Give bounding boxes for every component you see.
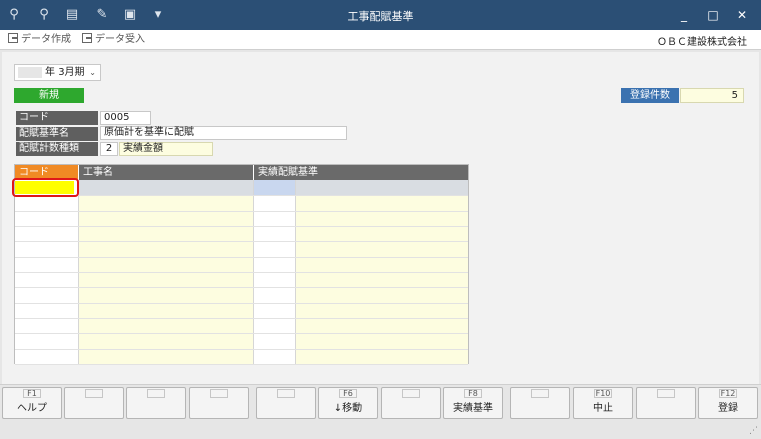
fkey-f6-button[interactable]: F6 ↓移動 [318, 387, 378, 419]
selected-row-basis [253, 180, 295, 195]
toolbar: データ作成 データ受入 ＯＢＣ建設株式会社 [0, 30, 761, 50]
fkey-f8-button[interactable]: F8 実績基準 [443, 387, 503, 419]
fkey-label: 登録 [718, 403, 738, 414]
company-name: ＯＢＣ建設株式会社 [657, 37, 747, 48]
name-field[interactable]: 原価計を基準に配賦 [100, 126, 347, 140]
fkey-label: 実績基準 [453, 403, 493, 414]
fkey-number: F6 [319, 389, 377, 399]
table-row [15, 257, 468, 258]
fkey-label: ↓移動 [333, 403, 363, 414]
fkey-number [637, 389, 695, 399]
fkey-number-text: F10 [594, 389, 612, 398]
type-name-field: 実績金額 [119, 142, 213, 156]
table-row [15, 303, 468, 304]
selected-row-name [78, 180, 253, 195]
year-suffix: 年 [45, 67, 55, 78]
resize-grip-icon[interactable]: ⋰ [749, 426, 758, 436]
grid-header-basis[interactable]: 実績配賦基準 [253, 165, 468, 180]
selected-row-basis-name [295, 180, 468, 195]
fkey-number-text [85, 389, 103, 398]
table-row [15, 364, 468, 365]
fkey-number: F12 [699, 389, 757, 399]
table-row [15, 195, 468, 196]
import-label: データ受入 [95, 34, 145, 45]
code-field[interactable]: 0005 [100, 111, 151, 125]
fkey-f10-button[interactable]: F10 中止 [573, 387, 633, 419]
fkey-number: F1 [3, 389, 61, 399]
export-label: データ作成 [21, 34, 71, 45]
fkey-blank-button[interactable] [256, 387, 316, 419]
fkey-blank-button[interactable] [381, 387, 441, 419]
fkey-number-text: F1 [23, 389, 41, 398]
fkey-blank-button[interactable] [189, 387, 249, 419]
fkey-number: F10 [574, 389, 632, 399]
maximize-button[interactable]: □ [701, 6, 725, 24]
table-row [15, 287, 468, 288]
record-count-value: 5 [680, 88, 744, 103]
fkey-number-text [402, 389, 420, 398]
table-row [15, 318, 468, 319]
fkey-number-text [657, 389, 675, 398]
mode-badge: 新規 [14, 88, 84, 103]
period-select[interactable]: 年 3月期 ⌄ [14, 64, 101, 81]
fkey-number [382, 389, 440, 399]
fkey-label: 中止 [593, 403, 613, 414]
chevron-down-icon: ⌄ [89, 68, 96, 77]
detail-grid: コード 工事名 実績配賦基準 [14, 164, 469, 365]
type-label: 配賦計数種類 [16, 142, 98, 156]
fkey-number-text: F8 [464, 389, 482, 398]
table-row [15, 333, 468, 334]
table-row [15, 272, 468, 273]
table-row [15, 349, 468, 350]
close-button[interactable]: ✕ [730, 6, 754, 24]
function-key-bar: F1 ヘルプ F6 ↓移動 F8 実績基準 F10 中止 F12 登録 [0, 384, 761, 439]
fkey-number: F8 [444, 389, 502, 399]
export-icon [8, 33, 18, 43]
fkey-blank-button[interactable] [126, 387, 186, 419]
fkey-number-text: F6 [339, 389, 357, 398]
fkey-number [65, 389, 123, 399]
fkey-f1-button[interactable]: F1 ヘルプ [2, 387, 62, 419]
fkey-number-text: F12 [719, 389, 737, 398]
name-label: 配賦基準名 [16, 127, 98, 141]
export-data-button[interactable]: データ作成 [8, 33, 71, 47]
table-row [15, 226, 468, 227]
grid-header-project-name[interactable]: 工事名 [78, 165, 253, 180]
fkey-f12-button[interactable]: F12 登録 [698, 387, 758, 419]
fkey-label: ヘルプ [17, 403, 47, 414]
fkey-number-text [531, 389, 549, 398]
period-text: 年 3月期 [45, 65, 85, 80]
term-label: 3月期 [58, 67, 85, 78]
fkey-blank-button[interactable] [636, 387, 696, 419]
table-row [15, 241, 468, 242]
code-label: コード [16, 111, 98, 125]
table-row [15, 211, 468, 212]
window-title: 工事配賦基準 [347, 10, 414, 23]
import-icon [82, 33, 92, 43]
fkey-number-text [210, 389, 228, 398]
fkey-number [127, 389, 185, 399]
active-code-cell[interactable] [12, 178, 79, 197]
fkey-blank-button[interactable] [510, 387, 570, 419]
title-bar: ⚲ ⚲ ▤ ✎ ▣ ▾ 工事配賦基準 _ □ ✕ [0, 0, 761, 30]
fkey-number [190, 389, 248, 399]
type-code-field[interactable]: 2 [100, 142, 118, 156]
code-input[interactable] [15, 181, 74, 194]
fkey-number [511, 389, 569, 399]
fkey-number-text [277, 389, 295, 398]
fkey-blank-button[interactable] [64, 387, 124, 419]
import-data-button[interactable]: データ受入 [82, 33, 145, 47]
fkey-number-text [147, 389, 165, 398]
fkey-number [257, 389, 315, 399]
year-value [18, 67, 42, 78]
minimize-button[interactable]: _ [672, 6, 696, 24]
record-count-label: 登録件数 [621, 88, 679, 103]
